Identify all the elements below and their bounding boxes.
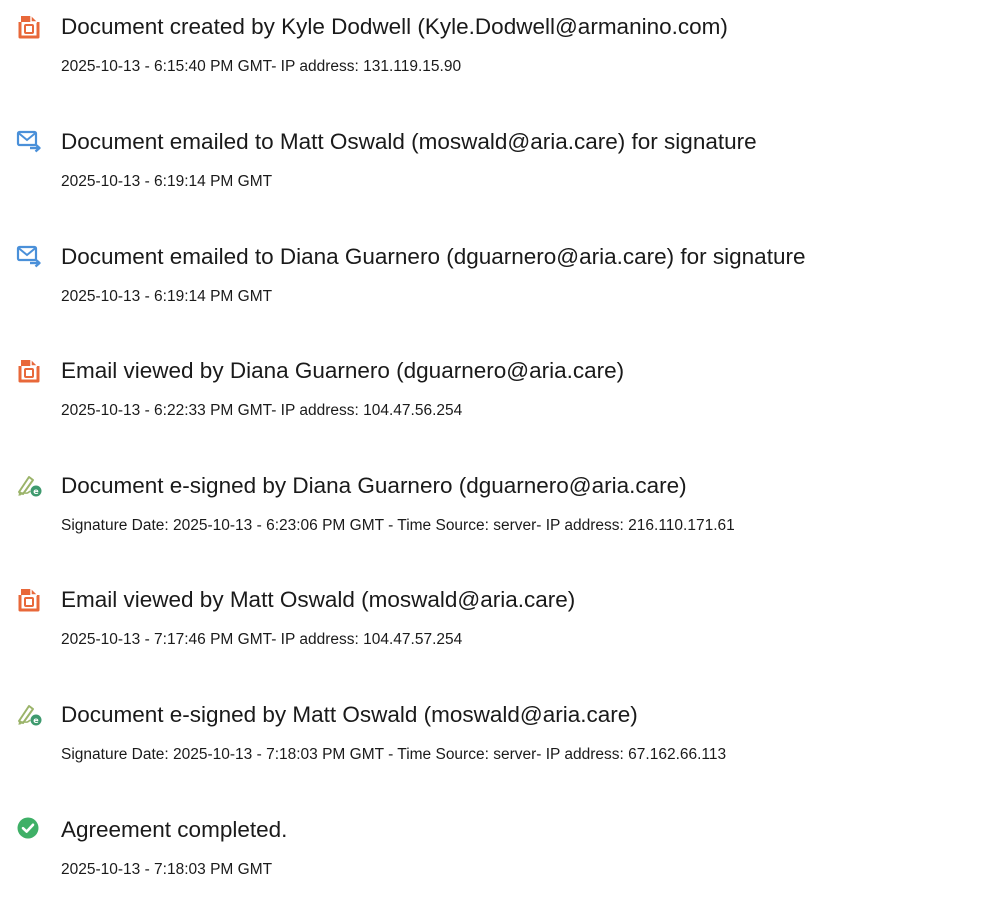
history-entry: Email viewed by Diana Guarnero (dguarner… <box>0 357 991 447</box>
history-entry: Agreement completed. 2025-10-13 - 7:18:0… <box>0 816 991 906</box>
history-entry: Document emailed to Matt Oswald (moswald… <box>0 128 991 218</box>
history-entry: e Document e-signed by Matt Oswald (mosw… <box>0 701 991 791</box>
email-sent-icon <box>16 243 42 269</box>
event-detail: 2025-10-13 - 6:19:14 PM GMT <box>61 288 273 305</box>
event-detail: Signature Date: 2025-10-13 - 7:18:03 PM … <box>61 746 727 763</box>
e-sign-icon: e <box>16 701 42 727</box>
history-entry: Email viewed by Matt Oswald (moswald@ari… <box>0 586 991 676</box>
event-title: Email viewed by Matt Oswald (moswald@ari… <box>61 587 576 612</box>
event-title: Document created by Kyle Dodwell (Kyle.D… <box>61 14 728 39</box>
event-detail: 2025-10-13 - 6:19:14 PM GMT <box>61 173 273 190</box>
event-title: Document e-signed by Diana Guarnero (dgu… <box>61 473 687 498</box>
svg-text:e: e <box>33 487 39 496</box>
svg-text:e: e <box>33 716 39 725</box>
event-detail: 2025-10-13 - 7:17:46 PM GMT- IP address:… <box>61 631 463 648</box>
event-title: Document emailed to Diana Guarnero (dgua… <box>61 244 806 269</box>
event-title: Document e-signed by Matt Oswald (moswal… <box>61 702 638 727</box>
event-title: Document emailed to Matt Oswald (moswald… <box>61 129 757 154</box>
event-detail: 2025-10-13 - 6:22:33 PM GMT- IP address:… <box>61 402 463 419</box>
check-circle-icon <box>16 816 42 842</box>
email-viewed-icon <box>16 586 42 612</box>
event-title: Agreement completed. <box>61 817 288 842</box>
event-title: Email viewed by Diana Guarnero (dguarner… <box>61 358 625 383</box>
email-viewed-icon <box>16 357 42 383</box>
document-created-icon <box>16 13 42 39</box>
history-entry: e Document e-signed by Diana Guarnero (d… <box>0 472 991 562</box>
history-entry: Document created by Kyle Dodwell (Kyle.D… <box>0 13 991 103</box>
event-detail: Signature Date: 2025-10-13 - 6:23:06 PM … <box>61 517 735 534</box>
e-sign-icon: e <box>16 472 42 498</box>
event-detail: 2025-10-13 - 7:18:03 PM GMT <box>61 861 273 878</box>
email-sent-icon <box>16 128 42 154</box>
history-entry: Document emailed to Diana Guarnero (dgua… <box>0 243 991 333</box>
event-detail: 2025-10-13 - 6:15:40 PM GMT- IP address:… <box>61 58 462 75</box>
